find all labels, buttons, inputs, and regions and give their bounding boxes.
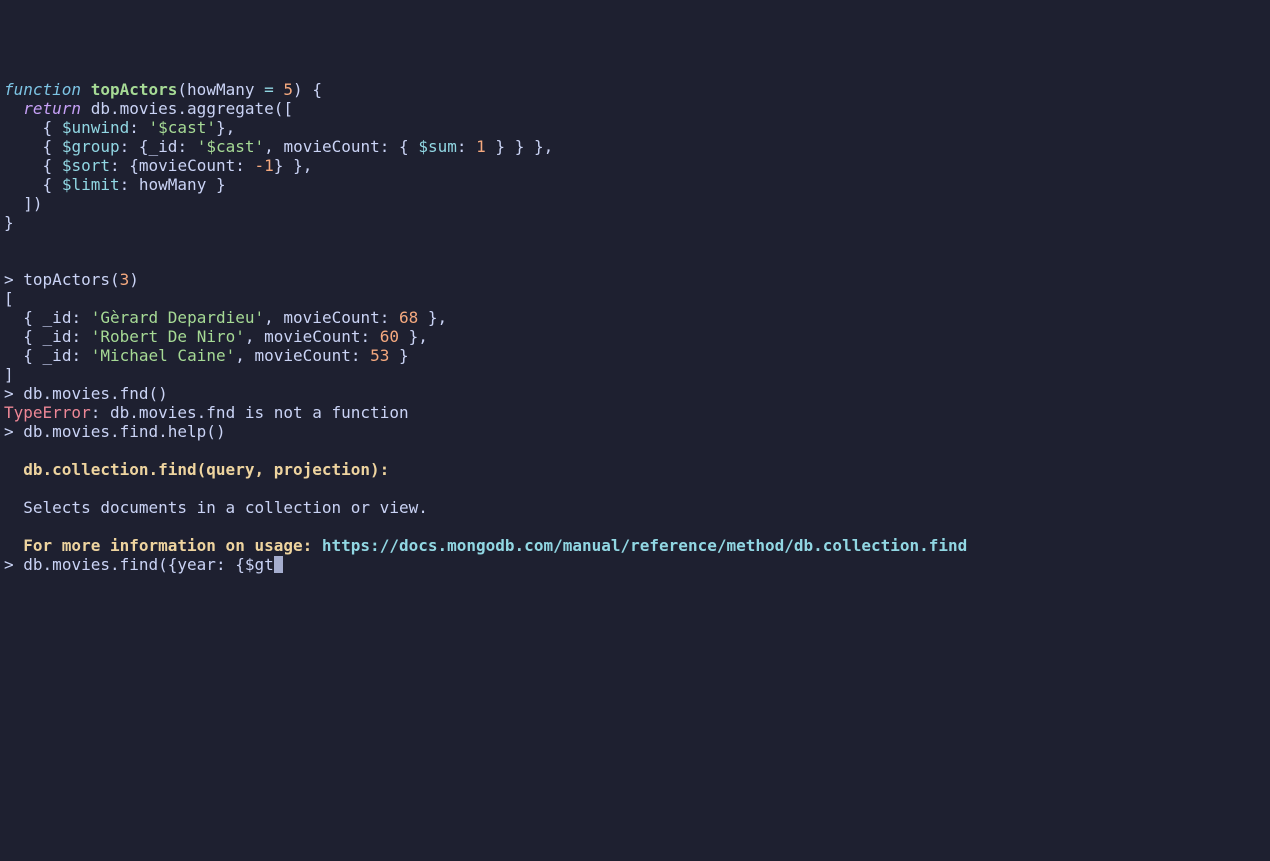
function-name: topActors [91,80,178,99]
result-name: 'Gèrard Depardieu' [91,308,264,327]
line: ] [4,365,14,384]
error-msg: : db.movies.fnd is not a function [91,403,409,422]
prompt-icon: > [4,270,14,289]
brace-open: { [312,80,322,99]
blank-line [4,479,14,498]
cursor-icon [274,556,283,573]
line: { $group: {_id: '$cast', movieCount: { $… [4,137,553,156]
prompt-line: > db.movies.find.help() [4,422,226,441]
moviecount-key: movieCount [283,137,379,156]
param-default: 5 [283,80,293,99]
call-fn: topActors [23,270,110,289]
result-count-key: movieCount [255,346,351,365]
str-cast: '$cast' [197,137,264,156]
line: { $sort: {movieCount: -1} }, [4,156,312,175]
equals: = [264,80,274,99]
line: { $unwind: '$cast'}, [4,118,235,137]
result-count: 53 [370,346,389,365]
str-cast: '$cast' [149,118,216,137]
line: ]) [4,194,43,213]
result-name: 'Robert De Niro' [91,327,245,346]
help-call: db.movies.find.help() [23,422,225,441]
result-count-key: movieCount [283,308,379,327]
line: function topActors(howMany = 5) { [4,80,322,99]
blank-line [4,251,14,270]
blank-line [4,232,14,251]
fnd-call: db.movies.fnd() [23,384,168,403]
prompt-icon: > [4,384,14,403]
call-arg: 3 [120,270,130,289]
help-desc-line: Selects documents in a collection or vie… [4,498,428,517]
result-row: { _id: 'Robert De Niro', movieCount: 60 … [4,327,428,346]
howmany-ref: howMany [139,175,206,194]
help-more-line: For more information on usage: https://d… [4,536,967,555]
param-name: howMany [187,80,254,99]
prompt-icon: > [4,422,14,441]
paren-open: ( [177,80,187,99]
help-signature: db.collection.find(query, projection): [23,460,389,479]
num-one: 1 [476,137,486,156]
result-row: { _id: 'Michael Caine', movieCount: 53 } [4,346,409,365]
help-signature-line: db.collection.find(query, projection): [4,460,389,479]
blank-line [4,441,14,460]
help-more-label: For more information on usage: [23,536,312,555]
op-sort: $sort [62,156,110,175]
result-row: { _id: 'Gèrard Depardieu', movieCount: 6… [4,308,447,327]
db-ref: db [91,99,110,118]
terminal[interactable]: function topActors(howMany = 5) { return… [4,80,1266,574]
line: return db.movies.aggregate([ [4,99,293,118]
prompt-line: > topActors(3) [4,270,139,289]
op-group: $group [62,137,120,156]
collection-ref: movies [120,99,178,118]
help-url[interactable]: https://docs.mongodb.com/manual/referenc… [322,536,967,555]
paren-close: ) [293,80,303,99]
error-line: TypeError: db.movies.fnd is not a functi… [4,403,409,422]
error-type: TypeError [4,403,91,422]
result-count: 60 [380,327,399,346]
method-aggregate: aggregate [187,99,274,118]
prompt-line: > db.movies.fnd() [4,384,168,403]
result-count: 68 [399,308,418,327]
line: [ [4,289,14,308]
result-id-key: _id [43,346,72,365]
keyword-function: function [4,80,81,99]
line: { $limit: howMany } [4,175,226,194]
result-name: 'Michael Caine' [91,346,236,365]
result-id-key: _id [43,308,72,327]
keyword-return: return [23,99,81,118]
result-id-key: _id [43,327,72,346]
result-count-key: movieCount [264,327,360,346]
op-unwind: $unwind [62,118,129,137]
line: } [4,213,14,232]
prompt-icon: > [4,555,14,574]
current-input-line[interactable]: > db.movies.find({year: {$gt [4,555,283,574]
moviecount-key: movieCount [139,156,235,175]
blank-line [4,517,14,536]
current-input-text[interactable]: db.movies.find({year: {$gt [23,555,273,574]
op-sum: $sum [418,137,457,156]
id-key: _id [149,137,178,156]
help-desc: Selects documents in a collection or vie… [23,498,428,517]
num-neg-one: -1 [255,156,274,175]
op-limit: $limit [62,175,120,194]
